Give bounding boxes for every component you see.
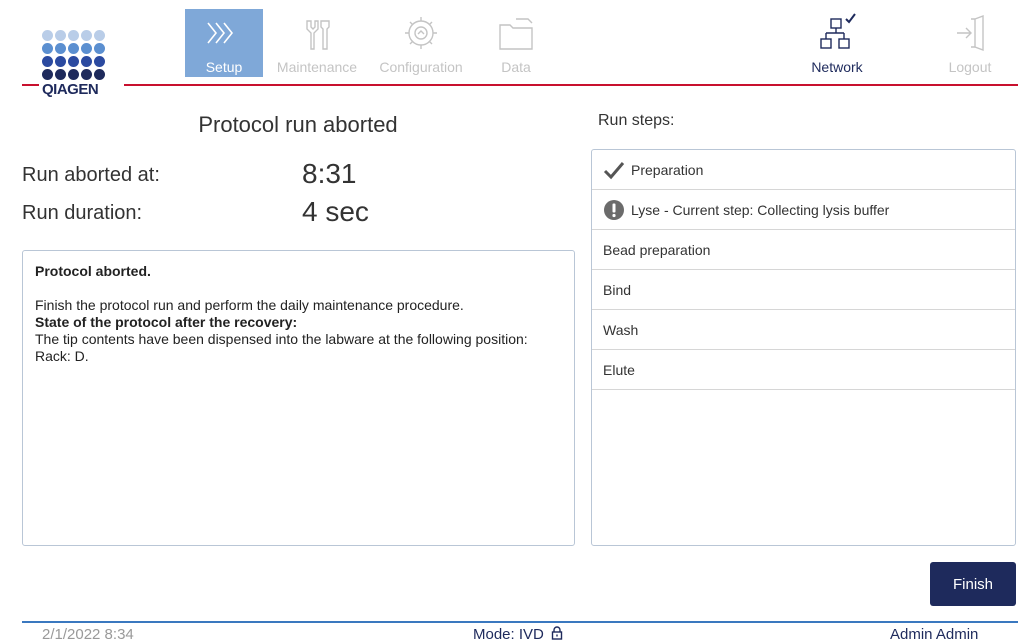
finish-button[interactable]: Finish xyxy=(930,562,1016,606)
network-connected-icon xyxy=(820,13,856,49)
step-label: Preparation xyxy=(631,161,704,178)
nav-configuration-label: Configuration xyxy=(379,59,463,75)
mode-label: Mode: IVD xyxy=(473,626,544,643)
nav-logout[interactable]: Logout xyxy=(935,9,1005,77)
run-aborted-at-label: Run aborted at: xyxy=(22,164,160,186)
run-steps-list: Preparation Lyse - Current step: Collect… xyxy=(591,149,1016,546)
nav-setup[interactable]: Setup xyxy=(185,9,263,77)
list-item: Bead preparation xyxy=(592,230,1015,270)
message-line-2: The tip contents have been dispensed int… xyxy=(35,331,528,364)
folder-icon xyxy=(499,18,533,50)
logo-dots xyxy=(42,30,124,80)
header-divider xyxy=(124,84,1018,86)
nav-configuration[interactable]: Configuration xyxy=(372,9,470,77)
setup-chevrons-icon xyxy=(207,22,234,44)
message-line-1: Finish the protocol run and perform the … xyxy=(35,297,464,313)
run-duration-value: 4 sec xyxy=(302,196,369,227)
page-title: Protocol run aborted xyxy=(198,112,398,137)
list-item: Lyse - Current step: Collecting lysis bu… xyxy=(592,190,1015,230)
gear-icon xyxy=(405,17,437,49)
checkmark-icon xyxy=(603,161,625,179)
nav-data[interactable]: Data xyxy=(486,9,546,77)
nav-maintenance[interactable]: Maintenance xyxy=(270,9,364,77)
step-label: Bind xyxy=(603,281,632,298)
nav-network[interactable]: Network xyxy=(795,9,879,77)
message-box: Protocol aborted. Finish the protocol ru… xyxy=(22,250,575,546)
nav-maintenance-label: Maintenance xyxy=(276,59,358,75)
list-item: Wash xyxy=(592,310,1015,350)
nav-setup-label: Setup xyxy=(205,59,243,75)
nav-network-label: Network xyxy=(811,59,863,75)
run-steps-title: Run steps: xyxy=(598,112,675,129)
footer-mode: Mode: IVD xyxy=(473,626,563,643)
footer-user[interactable]: Admin Admin xyxy=(890,626,978,643)
qiagen-logo: QIAGEN xyxy=(42,30,124,98)
step-label: Bead preparation xyxy=(603,241,711,258)
logout-icon xyxy=(957,14,984,52)
step-label: Elute xyxy=(603,361,635,378)
header-divider-left xyxy=(22,84,39,86)
tools-icon xyxy=(306,20,330,50)
lock-icon xyxy=(551,626,563,640)
list-item: Elute xyxy=(592,350,1015,390)
list-item: Preparation xyxy=(592,150,1015,190)
message-heading: Protocol aborted. xyxy=(35,263,151,279)
run-duration-label: Run duration: xyxy=(22,202,143,224)
nav-logout-label: Logout xyxy=(948,59,992,75)
run-aborted-at-value: 8:31 xyxy=(302,158,357,189)
message-state-heading: State of the protocol after the recovery… xyxy=(35,314,298,330)
header: QIAGEN Setup Maintenance Configuration D… xyxy=(0,0,1018,98)
list-item: Bind xyxy=(592,270,1015,310)
footer-divider xyxy=(22,621,1018,623)
nav-data-label: Data xyxy=(501,59,531,75)
step-label: Lyse - Current step: Collecting lysis bu… xyxy=(631,201,890,218)
footer-datetime: 2/1/2022 8:34 xyxy=(42,626,134,643)
exclamation-icon xyxy=(604,199,624,220)
logo-text: QIAGEN xyxy=(42,81,99,98)
step-label: Wash xyxy=(603,321,639,338)
